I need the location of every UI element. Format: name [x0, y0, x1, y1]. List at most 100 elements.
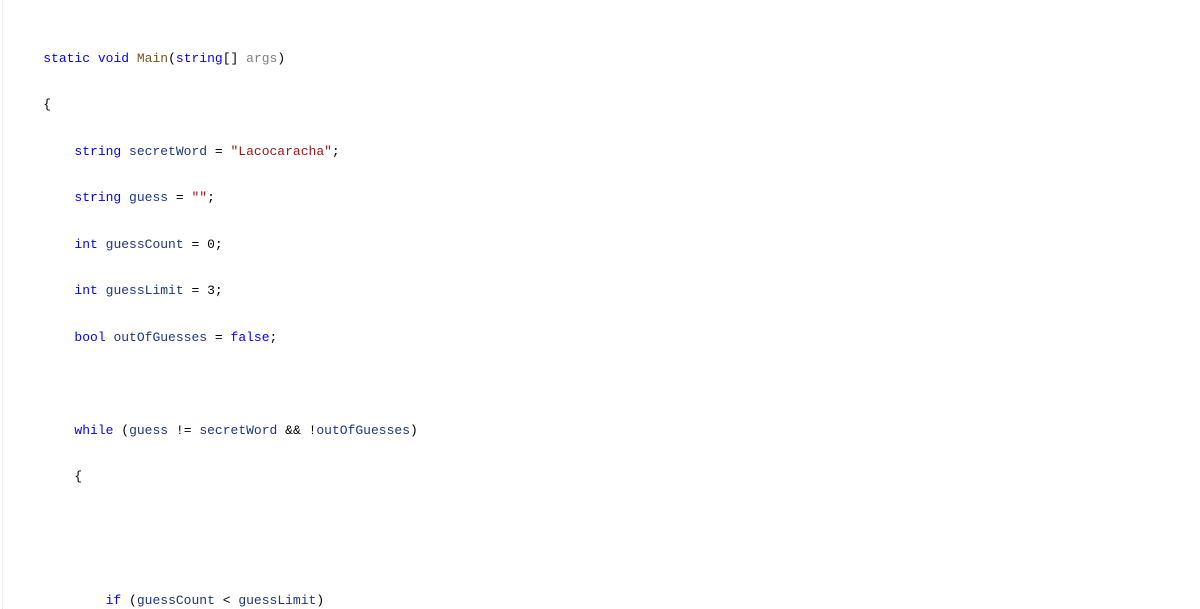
- lparen: (: [129, 593, 137, 609]
- code-line[interactable]: string guess = "";: [12, 190, 1200, 206]
- sp: [168, 190, 176, 206]
- assign: =: [191, 237, 199, 253]
- indent: [12, 97, 43, 113]
- sp: [199, 283, 207, 299]
- var-outofguesses: outOfGuesses: [113, 330, 207, 346]
- sp: [184, 190, 192, 206]
- code-line[interactable]: while (guess != secretWord && !outOfGues…: [12, 423, 1200, 439]
- code-line[interactable]: int guessLimit = 3;: [12, 283, 1200, 299]
- var-guesslimit: guessLimit: [106, 283, 184, 299]
- semi: ;: [270, 330, 278, 346]
- brackets: []: [223, 51, 239, 67]
- lparen: (: [168, 51, 176, 67]
- sp: [184, 237, 192, 253]
- indent: [12, 190, 74, 206]
- kw-if: if: [106, 593, 122, 609]
- op-ne: !=: [176, 423, 192, 439]
- kw-bool: bool: [74, 330, 105, 346]
- sp: [113, 423, 121, 439]
- param-type: string: [176, 51, 223, 67]
- var-secretword: secretWord: [199, 423, 277, 439]
- code-line[interactable]: int guessCount = 0;: [12, 237, 1200, 253]
- sp: [121, 190, 129, 206]
- code-line[interactable]: if (guessCount < guessLimit): [12, 593, 1200, 609]
- code-line[interactable]: string secretWord = "Lacocaracha";: [12, 144, 1200, 160]
- blank-line[interactable]: [12, 516, 1200, 532]
- semi: ;: [215, 237, 223, 253]
- sp: [231, 593, 239, 609]
- method-main: Main: [137, 51, 168, 67]
- sp: [215, 593, 223, 609]
- rparen: ): [410, 423, 418, 439]
- sp: [223, 144, 231, 160]
- num-3: 3: [207, 283, 215, 299]
- var-secretword: secretWord: [129, 144, 207, 160]
- brace-open: {: [43, 97, 51, 113]
- space: [238, 51, 246, 67]
- sp: [184, 283, 192, 299]
- code-line[interactable]: bool outOfGuesses = false;: [12, 330, 1200, 346]
- sp: [121, 593, 129, 609]
- sp: [98, 237, 106, 253]
- space: [90, 51, 98, 67]
- kw-while: while: [74, 423, 113, 439]
- lparen: (: [121, 423, 129, 439]
- str-empty: "": [192, 190, 208, 206]
- indent: [12, 469, 74, 485]
- code-line[interactable]: static void Main(string[] args): [12, 51, 1200, 67]
- assign: =: [191, 283, 199, 299]
- semi: ;: [207, 190, 215, 206]
- assign: =: [215, 144, 223, 160]
- space: [129, 51, 137, 67]
- sp: [223, 330, 231, 346]
- indent: [12, 423, 74, 439]
- var-guess: guess: [129, 190, 168, 206]
- num-0: 0: [207, 237, 215, 253]
- sp: [168, 423, 176, 439]
- code-editor[interactable]: static void Main(string[] args) { string…: [0, 0, 1200, 609]
- sp: [98, 283, 106, 299]
- var-outofguesses: outOfGuesses: [316, 423, 410, 439]
- sp: [277, 423, 285, 439]
- indent: [12, 237, 74, 253]
- sp: [207, 330, 215, 346]
- sp: [192, 423, 200, 439]
- assign: =: [215, 330, 223, 346]
- code-line[interactable]: {: [12, 469, 1200, 485]
- op-and: &&: [285, 423, 301, 439]
- op-not: !: [309, 423, 317, 439]
- var-guesslimit: guessLimit: [238, 593, 316, 609]
- var-guesscount: guessCount: [137, 593, 215, 609]
- kw-int: int: [74, 237, 97, 253]
- indent: [12, 144, 74, 160]
- indent: [12, 593, 106, 609]
- blank-line[interactable]: [12, 376, 1200, 392]
- param-args: args: [246, 51, 277, 67]
- indent: [12, 283, 74, 299]
- blank-line[interactable]: [12, 547, 1200, 563]
- rparen: ): [277, 51, 285, 67]
- assign: =: [176, 190, 184, 206]
- kw-string: string: [74, 144, 121, 160]
- sp: [207, 144, 215, 160]
- rparen: ): [316, 593, 324, 609]
- kw-int: int: [74, 283, 97, 299]
- str-lacocaracha: "Lacocaracha": [231, 144, 332, 160]
- sp: [106, 330, 114, 346]
- kw-void: void: [98, 51, 129, 67]
- sp: [199, 237, 207, 253]
- semi: ;: [332, 144, 340, 160]
- kw-string: string: [74, 190, 121, 206]
- sp: [301, 423, 309, 439]
- indent: [12, 51, 43, 67]
- var-guesscount: guessCount: [106, 237, 184, 253]
- code-line[interactable]: {: [12, 97, 1200, 113]
- kw-false: false: [231, 330, 270, 346]
- op-lt: <: [223, 593, 231, 609]
- brace-open: {: [74, 469, 82, 485]
- indent: [12, 330, 74, 346]
- sp: [121, 144, 129, 160]
- var-guess: guess: [129, 423, 168, 439]
- gutter: [2, 0, 10, 609]
- kw-static: static: [43, 51, 90, 67]
